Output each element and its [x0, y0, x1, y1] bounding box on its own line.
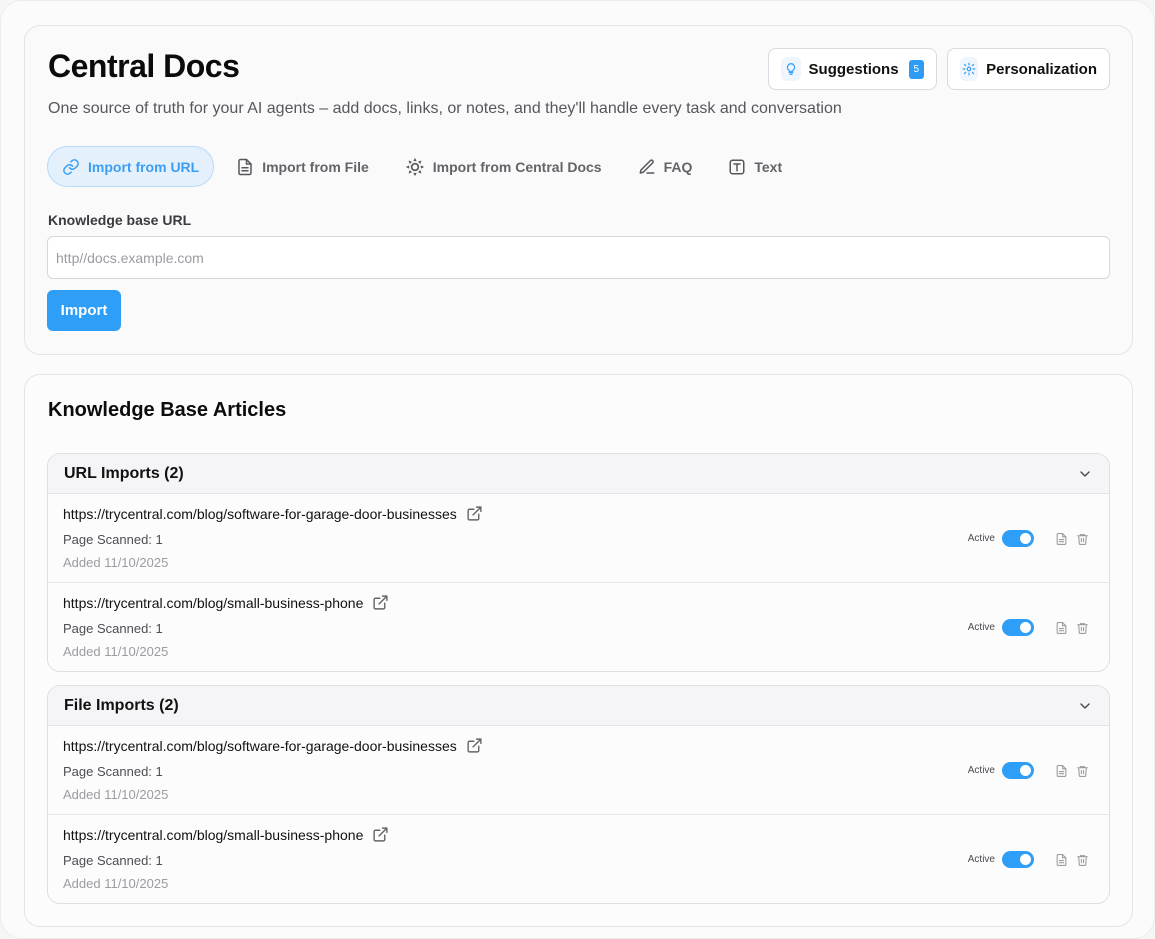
pages-scanned: Page Scanned: 1: [63, 764, 163, 779]
item-controls: Active: [968, 530, 1089, 547]
lightbulb-icon: [781, 57, 801, 81]
item-url[interactable]: https://trycentral.com/blog/small-busine…: [63, 827, 363, 843]
document-icon[interactable]: [1055, 853, 1068, 867]
active-label: Active: [967, 765, 995, 776]
active-label: Active: [967, 854, 995, 865]
central-logo-icon: [405, 157, 424, 176]
toggle-knob: [1020, 854, 1031, 865]
suggestions-count-badge: 5: [908, 59, 924, 79]
trash-icon[interactable]: [1076, 621, 1089, 635]
item-url-row: https://trycentral.com/blog/small-busine…: [63, 594, 389, 611]
url-imports-header[interactable]: URL Imports (2): [48, 454, 1109, 494]
toggle-knob: [1020, 533, 1031, 544]
tab-import-from-file[interactable]: Import from File: [222, 146, 383, 187]
item-url-row: https://trycentral.com/blog/software-for…: [63, 737, 483, 754]
section-title: URL Imports (2): [64, 464, 184, 482]
added-date: Added 11/10/2025: [63, 555, 169, 570]
active-toggle[interactable]: [1002, 762, 1034, 779]
document-icon[interactable]: [1055, 621, 1068, 635]
tab-import-from-central-docs[interactable]: Import from Central Docs: [391, 146, 616, 187]
toggle-knob: [1020, 765, 1031, 776]
list-item: https://trycentral.com/blog/software-for…: [48, 726, 1109, 815]
trash-icon[interactable]: [1076, 853, 1089, 867]
tab-text[interactable]: Text: [714, 146, 796, 187]
suggestions-label: Suggestions: [808, 60, 899, 78]
added-date: Added 11/10/2025: [63, 644, 169, 659]
chevron-down-icon[interactable]: [1077, 466, 1093, 482]
trash-icon[interactable]: [1076, 764, 1089, 778]
pencil-icon: [639, 158, 655, 174]
personalization-button[interactable]: Personalization: [947, 48, 1110, 90]
knowledge-base-url-input[interactable]: [47, 236, 1110, 279]
item-url[interactable]: https://trycentral.com/blog/small-busine…: [63, 595, 363, 611]
tab-label: Import from URL: [88, 158, 200, 175]
item-controls: Active: [968, 619, 1089, 636]
app-window: Central Docs Suggestions 5 Personalizati…: [0, 0, 1155, 939]
page-title: Central Docs: [48, 48, 240, 84]
item-url-row: https://trycentral.com/blog/software-for…: [63, 505, 483, 522]
section-title: File Imports (2): [64, 696, 179, 714]
active-toggle[interactable]: [1002, 530, 1034, 547]
item-url-row: https://trycentral.com/blog/small-busine…: [63, 826, 389, 843]
suggestions-button[interactable]: Suggestions 5: [768, 48, 937, 90]
external-link-icon[interactable]: [466, 737, 483, 754]
pages-scanned: Page Scanned: 1: [63, 532, 163, 547]
item-url[interactable]: https://trycentral.com/blog/software-for…: [63, 738, 457, 754]
list-item: https://trycentral.com/blog/small-busine…: [48, 583, 1109, 671]
knowledge-base-title: Knowledge Base Articles: [48, 399, 287, 421]
tab-faq[interactable]: FAQ: [624, 146, 707, 187]
external-link-icon[interactable]: [372, 826, 389, 843]
text-t-icon: [729, 159, 745, 174]
active-label: Active: [967, 533, 995, 544]
tab-label: Import from Central Docs: [432, 158, 602, 175]
link-icon: [63, 158, 79, 175]
chevron-down-icon[interactable]: [1077, 698, 1093, 714]
item-url[interactable]: https://trycentral.com/blog/software-for…: [63, 506, 457, 522]
active-label: Active: [967, 622, 995, 633]
item-controls: Active: [968, 762, 1089, 779]
list-item: https://trycentral.com/blog/small-busine…: [48, 815, 1109, 903]
document-icon[interactable]: [1055, 764, 1068, 778]
knowledge-base-card: Knowledge Base Articles URL Imports (2) …: [24, 374, 1133, 927]
url-imports-section: URL Imports (2) https://trycentral.com/b…: [47, 453, 1110, 672]
file-imports-header[interactable]: File Imports (2): [48, 686, 1109, 726]
external-link-icon[interactable]: [466, 505, 483, 522]
active-toggle[interactable]: [1002, 851, 1034, 868]
file-icon: [238, 158, 252, 175]
external-link-icon[interactable]: [372, 594, 389, 611]
tab-import-from-url[interactable]: Import from URL: [47, 146, 215, 187]
list-item: https://trycentral.com/blog/software-for…: [48, 494, 1109, 583]
knowledge-base-url-label: Knowledge base URL: [48, 212, 192, 228]
trash-icon[interactable]: [1076, 532, 1089, 546]
import-button[interactable]: Import: [47, 290, 121, 331]
toggle-knob: [1020, 622, 1031, 633]
gear-icon: [960, 57, 979, 81]
added-date: Added 11/10/2025: [63, 787, 169, 802]
import-card: Central Docs Suggestions 5 Personalizati…: [24, 25, 1133, 355]
added-date: Added 11/10/2025: [63, 876, 169, 891]
page-subtitle: One source of truth for your AI agents –…: [48, 100, 842, 117]
item-controls: Active: [968, 851, 1089, 868]
pages-scanned: Page Scanned: 1: [63, 621, 163, 636]
tab-label: FAQ: [663, 158, 693, 175]
personalization-label: Personalization: [986, 60, 1097, 78]
tab-label: Text: [754, 158, 783, 175]
file-imports-section: File Imports (2) https://trycentral.com/…: [47, 685, 1110, 904]
active-toggle[interactable]: [1002, 619, 1034, 636]
import-tabs: Import from URL Import from File Import …: [47, 146, 804, 187]
pages-scanned: Page Scanned: 1: [63, 853, 163, 868]
tab-label: Import from File: [262, 158, 369, 175]
document-icon[interactable]: [1055, 532, 1068, 546]
